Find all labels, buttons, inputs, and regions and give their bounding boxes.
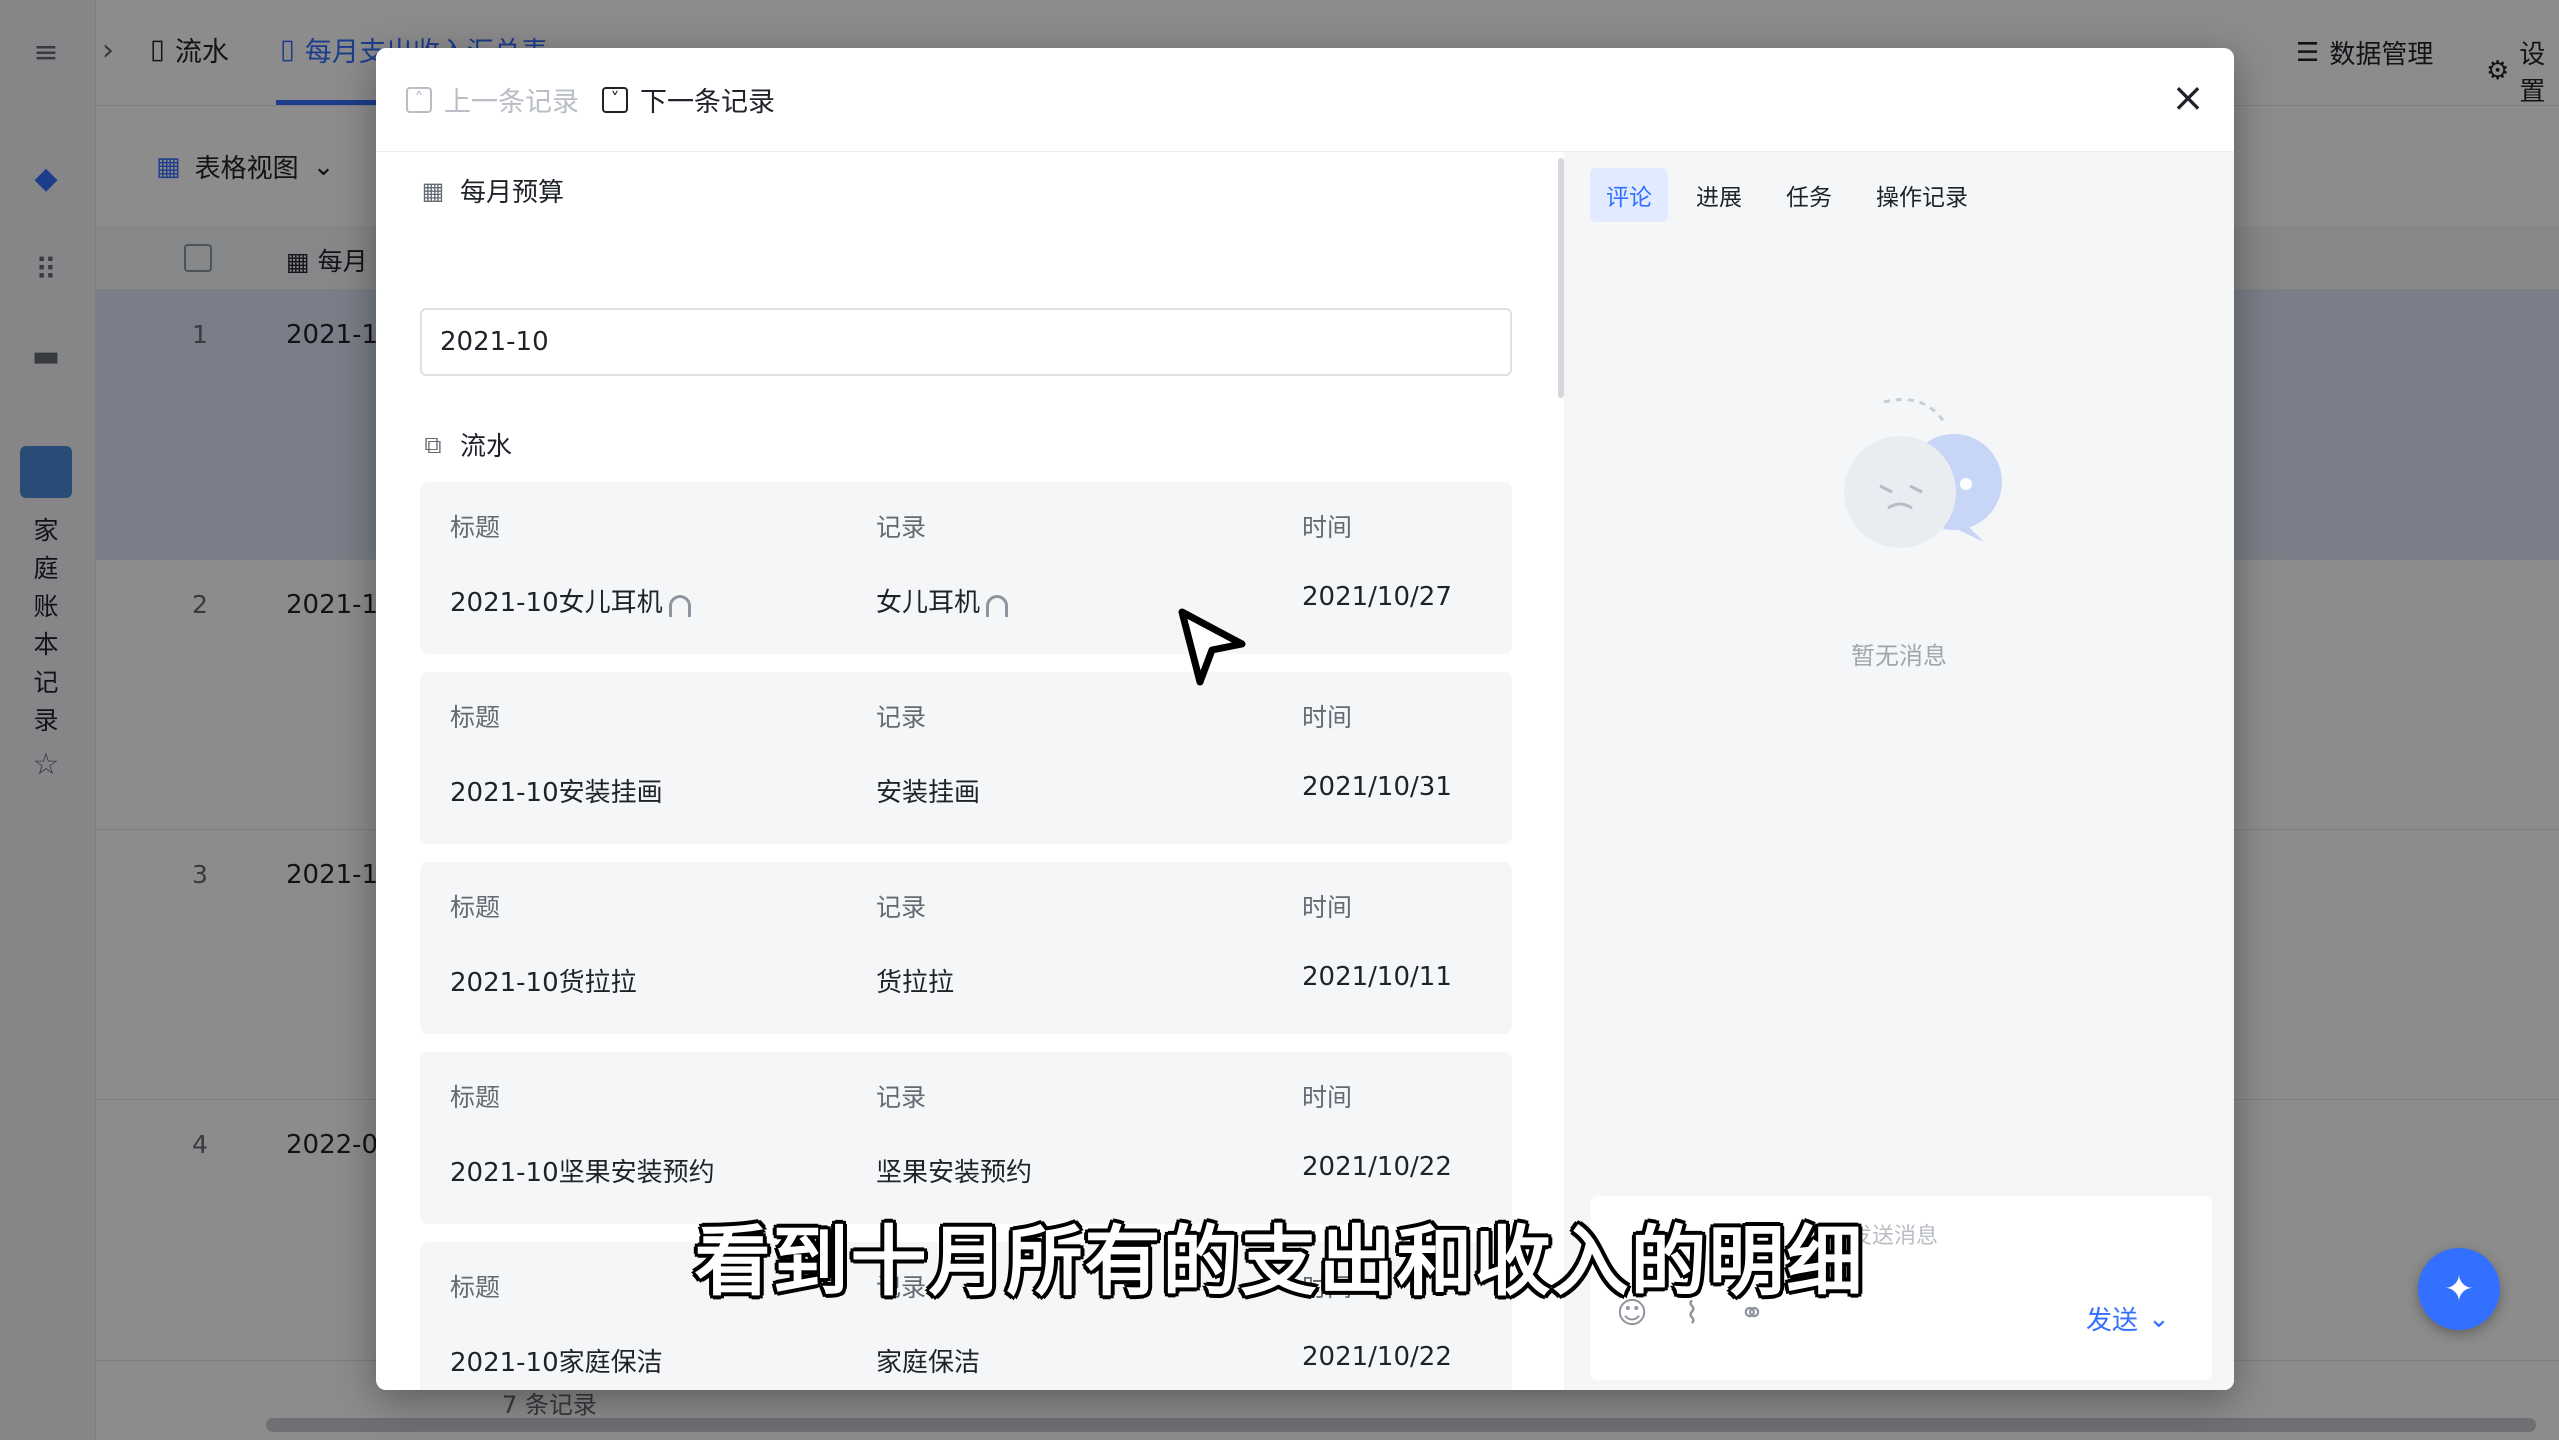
linked-record-card[interactable]: 标题 记录 时间 2021-10女儿耳机 女儿耳机 2021/10/27 bbox=[420, 482, 1512, 654]
card-record-header: 记录 bbox=[876, 1083, 927, 1112]
card-title-header: 标题 bbox=[450, 1083, 501, 1112]
linked-record-card[interactable]: 标题 记录 时间 2021-10安装挂画 安装挂画 2021/10/31 bbox=[420, 672, 1512, 844]
card-time-header: 时间 bbox=[1302, 893, 1353, 922]
card-record: 坚果安装预约 bbox=[876, 1158, 1033, 1188]
card-time-header: 时间 bbox=[1302, 513, 1353, 542]
empty-messages-text: 暂无消息 bbox=[1851, 642, 1947, 670]
card-record: 安装挂画 bbox=[876, 778, 981, 808]
prev-record-button[interactable]: ˄ 上一条记录 bbox=[406, 80, 579, 119]
card-time: 2021/10/27 bbox=[1302, 582, 1452, 612]
card-record-header: 记录 bbox=[876, 893, 927, 922]
calendar-icon: ▦ bbox=[421, 176, 445, 205]
tab-operation-log[interactable]: 操作记录 bbox=[1860, 168, 1984, 222]
card-title-header: 标题 bbox=[450, 513, 501, 542]
link-record-icon: ⧉ bbox=[424, 430, 442, 459]
card-time: 2021/10/11 bbox=[1302, 962, 1452, 992]
budget-field-label-text: 每月预算 bbox=[460, 178, 565, 208]
card-time: 2021/10/31 bbox=[1302, 772, 1452, 802]
headphones-icon bbox=[668, 594, 691, 617]
card-title-header: 标题 bbox=[450, 703, 501, 732]
prev-record-label: 上一条记录 bbox=[444, 87, 579, 118]
tab-comments[interactable]: 评论 bbox=[1590, 168, 1668, 222]
modal-header: ˄ 上一条记录 ˅ 下一条记录 × bbox=[376, 48, 2234, 152]
card-time-header: 时间 bbox=[1302, 1083, 1353, 1112]
card-record: 女儿耳机 bbox=[876, 582, 1009, 619]
next-record-label: 下一条记录 bbox=[640, 87, 775, 118]
flow-field-label: ⧉ 流水 bbox=[420, 426, 512, 463]
card-time: 2021/10/22 bbox=[1302, 1152, 1452, 1182]
card-title: 2021-10女儿耳机 bbox=[450, 582, 691, 619]
video-subtitle: 看到十月所有的支出和收入的明细 bbox=[694, 1217, 1865, 1306]
activity-tabs: 评论 进展 任务 操作记录 bbox=[1590, 168, 1984, 222]
card-record: 货拉拉 bbox=[876, 968, 955, 998]
headphones-icon bbox=[986, 594, 1009, 617]
card-record-header: 记录 bbox=[876, 703, 927, 732]
empty-messages-illustration bbox=[1844, 398, 2002, 548]
card-title-text: 2021-10女儿耳机 bbox=[450, 588, 663, 618]
chevron-down-icon: ˅ bbox=[602, 86, 628, 113]
budget-field-label: ▦ 每月预算 bbox=[420, 172, 564, 209]
card-title: 2021-10坚果安装预约 bbox=[450, 1158, 715, 1188]
linked-record-card[interactable]: 标题 记录 时间 2021-10货拉拉 货拉拉 2021/10/11 bbox=[420, 862, 1512, 1034]
card-time: 2021/10/22 bbox=[1302, 1342, 1452, 1372]
card-record-header: 记录 bbox=[876, 513, 927, 542]
record-detail-modal: ˄ 上一条记录 ˅ 下一条记录 × ▦ 每月预算 2021-10 ⧉ 流水 标题… bbox=[376, 48, 2234, 1390]
card-time-header: 时间 bbox=[1302, 703, 1353, 732]
mouse-cursor-icon bbox=[1178, 608, 1246, 686]
close-icon[interactable]: × bbox=[2166, 76, 2210, 120]
card-title-header: 标题 bbox=[450, 893, 501, 922]
linked-record-card[interactable]: 标题 记录 时间 2021-10坚果安装预约 坚果安装预约 2021/10/22 bbox=[420, 1052, 1512, 1224]
card-record-text: 女儿耳机 bbox=[876, 588, 981, 618]
tab-tasks[interactable]: 任务 bbox=[1770, 168, 1848, 222]
card-title: 2021-10家庭保洁 bbox=[450, 1348, 663, 1378]
card-title: 2021-10安装挂画 bbox=[450, 778, 663, 808]
flow-field-label-text: 流水 bbox=[460, 432, 513, 462]
next-record-button[interactable]: ˅ 下一条记录 bbox=[602, 80, 775, 119]
budget-field[interactable]: 2021-10 bbox=[420, 308, 1512, 376]
chevron-up-icon: ˄ bbox=[406, 86, 432, 113]
tab-progress[interactable]: 进展 bbox=[1680, 168, 1758, 222]
card-record: 家庭保洁 bbox=[876, 1348, 981, 1378]
card-title: 2021-10货拉拉 bbox=[450, 968, 637, 998]
